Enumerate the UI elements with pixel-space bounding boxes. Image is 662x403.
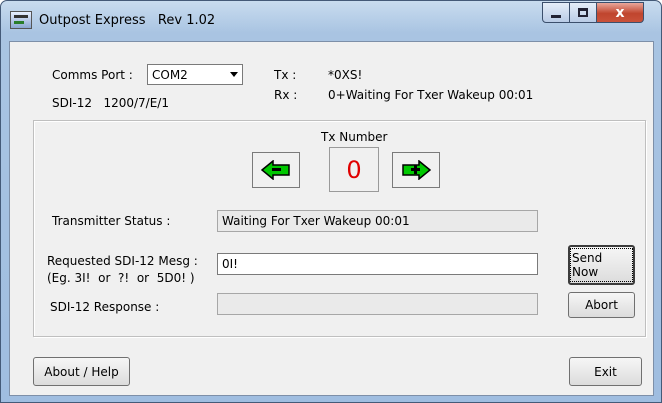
- tx-number-decrement-button[interactable]: [252, 152, 300, 188]
- send-now-label: Send Now: [570, 248, 633, 282]
- chevron-down-icon[interactable]: [226, 65, 242, 84]
- comms-port-select[interactable]: COM2: [147, 64, 243, 85]
- about-help-button[interactable]: About / Help: [33, 357, 130, 386]
- maximize-icon: [578, 8, 588, 17]
- transmitter-status-label: Transmitter Status :: [52, 214, 171, 228]
- client-area: Comms Port : COM2 SDI-12 1200/7/E/1 Tx :…: [9, 41, 654, 396]
- tx-number-increment-button[interactable]: [392, 152, 440, 188]
- abort-button[interactable]: Abort: [568, 292, 635, 318]
- transmitter-status-field: Waiting For Txer Wakeup 00:01: [217, 210, 538, 232]
- title-bar[interactable]: Outpost Express Rev 1.02 x: [1, 1, 661, 41]
- sdi12-settings: SDI-12 1200/7/E/1: [52, 96, 169, 110]
- comms-port-label: Comms Port :: [52, 68, 133, 82]
- tx-value: *0XS!: [328, 68, 363, 82]
- close-button[interactable]: x: [597, 2, 644, 23]
- maximize-button[interactable]: [570, 2, 597, 23]
- minimize-icon: [551, 15, 561, 18]
- sdi12-response-field: [217, 293, 538, 315]
- app-icon: [10, 11, 32, 29]
- requested-mesg-example: (Eg. 3I! or ?! or 5D0! ): [47, 271, 195, 285]
- sdi12-response-label: SDI-12 Response :: [50, 300, 160, 314]
- send-now-button[interactable]: Send Now: [568, 245, 635, 285]
- tx-number-label: Tx Number: [321, 130, 388, 144]
- tx-number-value: 0: [346, 155, 362, 184]
- rx-value: 0+Waiting For Txer Wakeup 00:01: [328, 88, 534, 102]
- window-title: Outpost Express Rev 1.02: [39, 13, 216, 28]
- rx-label: Rx :: [274, 88, 298, 102]
- requested-mesg-label: Requested SDI-12 Mesg :: [47, 254, 198, 268]
- tx-number-display: 0: [329, 147, 379, 192]
- exit-button[interactable]: Exit: [569, 357, 642, 386]
- app-window: Outpost Express Rev 1.02 x Comms Port : …: [0, 0, 662, 403]
- right-arrow-icon: [402, 160, 431, 180]
- tx-label: Tx :: [274, 68, 297, 82]
- comms-port-value: COM2: [152, 68, 188, 82]
- window-controls: x: [542, 2, 644, 24]
- requested-mesg-input[interactable]: 0I!: [217, 253, 538, 275]
- close-icon: x: [615, 4, 625, 21]
- minimize-button[interactable]: [542, 2, 570, 23]
- left-arrow-icon: [261, 160, 290, 180]
